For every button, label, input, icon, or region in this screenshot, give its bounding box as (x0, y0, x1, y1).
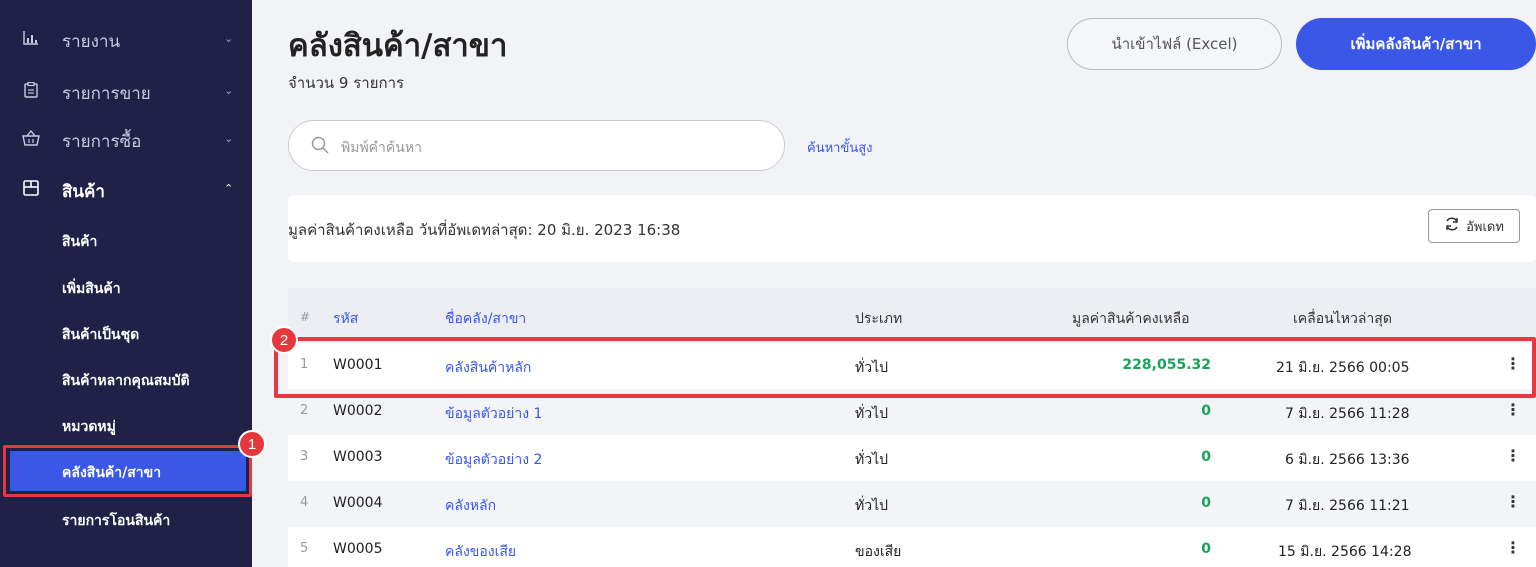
row-last-move: 7 มิ.ย. 2566 11:28 (1285, 406, 1410, 422)
table-row[interactable]: 3 W0003 ข้อมูลตัวอย่าง 2 ทั่วไป 0 6 มิ.ย… (288, 435, 1536, 481)
row-name-link[interactable]: ข้อมูลตัวอย่าง 1 (445, 403, 542, 425)
sidebar-subitem-product-variants[interactable]: สินค้าหลากคุณสมบัติ (62, 370, 190, 392)
sidebar-item-report[interactable]: รายงาน ⌄ (0, 28, 252, 52)
page-count: จำนวน 9 รายการ (288, 74, 405, 92)
annotation-highlight-box-1 (3, 445, 252, 497)
inventory-value-card: มูลค่าสินค้าคงเหลือ วันที่อัพเดทล่าสุด: … (288, 195, 1536, 262)
row-last-move: 15 มิ.ย. 2566 14:28 (1278, 544, 1412, 560)
row-type: ทั่วไป (855, 452, 889, 468)
row-value: 0 (1201, 403, 1211, 419)
sidebar-subitem-products[interactable]: สินค้า (62, 231, 97, 253)
column-header-value: มูลค่าสินค้าคงเหลือ (1072, 311, 1190, 327)
page-title: คลังสินค้า/สาขา (288, 28, 508, 64)
chevron-down-icon: ⌄ (224, 32, 234, 45)
sidebar-item-label: รายการซื้อ (62, 132, 142, 152)
table-row[interactable]: 4 W0004 คลังหลัก ทั่วไป 0 7 มิ.ย. 2566 1… (288, 481, 1536, 527)
row-number: 5 (300, 541, 309, 556)
chevron-down-icon: ⌄ (224, 84, 234, 97)
row-number: 2 (300, 403, 309, 418)
sidebar-item-label: รายงาน (62, 32, 121, 52)
more-options-icon[interactable]: ⋮ (1505, 446, 1521, 465)
sidebar-item-sales[interactable]: รายการขาย ⌄ (0, 80, 252, 104)
table-row[interactable]: 5 W0005 คลังของเสีย ของเสีย 0 15 มิ.ย. 2… (288, 527, 1536, 567)
column-header-hash: # (300, 310, 311, 324)
sidebar-subitem-transfers[interactable]: รายการโอนสินค้า (62, 510, 170, 532)
sidebar-item-label: สินค้า (62, 182, 105, 202)
more-options-icon[interactable]: ⋮ (1505, 538, 1521, 557)
sidebar-subitem-product-sets[interactable]: สินค้าเป็นชุด (62, 324, 139, 346)
add-warehouse-button[interactable]: เพิ่มคลังสินค้า/สาขา (1296, 18, 1536, 70)
row-code: W0004 (333, 495, 383, 511)
annotation-badge-1: 1 (238, 430, 266, 458)
chart-icon (22, 29, 40, 47)
row-code: W0002 (333, 403, 383, 419)
inventory-value-text: มูลค่าสินค้าคงเหลือ วันที่อัพเดทล่าสุด: … (288, 221, 681, 239)
import-excel-button[interactable]: นำเข้าไฟล์ (Excel) (1067, 18, 1282, 70)
column-header-last-move: เคลื่อนไหวล่าสุด (1293, 311, 1392, 327)
update-button[interactable]: อัพเดท (1428, 209, 1520, 243)
chevron-down-icon: ⌄ (224, 132, 234, 145)
basket-icon (22, 129, 40, 147)
search-icon (311, 136, 329, 158)
sidebar-subitem-add-product[interactable]: เพิ่มสินค้า (62, 278, 121, 300)
row-type: ทั่วไป (855, 406, 889, 422)
sidebar-item-label: รายการขาย (62, 84, 151, 104)
refresh-icon (1444, 216, 1460, 236)
sidebar-item-purchases[interactable]: รายการซื้อ ⌄ (0, 128, 252, 152)
column-header-type: ประเภท (855, 311, 903, 327)
row-name-link[interactable]: คลังของเสีย (445, 541, 516, 563)
row-name-link[interactable]: ข้อมูลตัวอย่าง 2 (445, 449, 542, 471)
row-type: ของเสีย (855, 544, 902, 560)
table-header: # รหัส ชื่อคลัง/สาขา ประเภท มูลค่าสินค้า… (288, 288, 1536, 343)
row-number: 4 (300, 495, 309, 510)
row-type: ทั่วไป (855, 498, 889, 514)
more-options-icon[interactable]: ⋮ (1505, 400, 1521, 419)
row-name-link[interactable]: คลังหลัก (445, 495, 496, 517)
row-value: 0 (1201, 541, 1211, 557)
clipboard-icon (22, 81, 40, 99)
box-icon (22, 179, 40, 197)
column-header-name[interactable]: ชื่อคลัง/สาขา (445, 308, 526, 330)
annotation-badge-2: 2 (270, 326, 298, 354)
row-value: 0 (1201, 449, 1211, 465)
row-value: 0 (1201, 495, 1211, 511)
annotation-highlight-box-2 (274, 337, 1536, 398)
sidebar-subitem-categories[interactable]: หมวดหมู่ (62, 416, 116, 438)
row-code: W0003 (333, 449, 383, 465)
search-input[interactable]: พิมพ์คำค้นหา (288, 120, 785, 171)
chevron-up-icon: ⌃ (224, 182, 234, 195)
search-placeholder: พิมพ์คำค้นหา (341, 140, 422, 156)
sidebar-item-products[interactable]: สินค้า ⌃ (0, 178, 252, 202)
advanced-search-link[interactable]: ค้นหาขั้นสูง (807, 137, 873, 158)
update-button-label: อัพเดท (1466, 219, 1504, 235)
more-options-icon[interactable]: ⋮ (1505, 492, 1521, 511)
row-number: 3 (300, 449, 309, 464)
row-last-move: 6 มิ.ย. 2566 13:36 (1285, 452, 1410, 468)
row-code: W0005 (333, 541, 383, 557)
row-last-move: 7 มิ.ย. 2566 11:21 (1285, 498, 1410, 514)
column-header-code[interactable]: รหัส (333, 308, 358, 330)
